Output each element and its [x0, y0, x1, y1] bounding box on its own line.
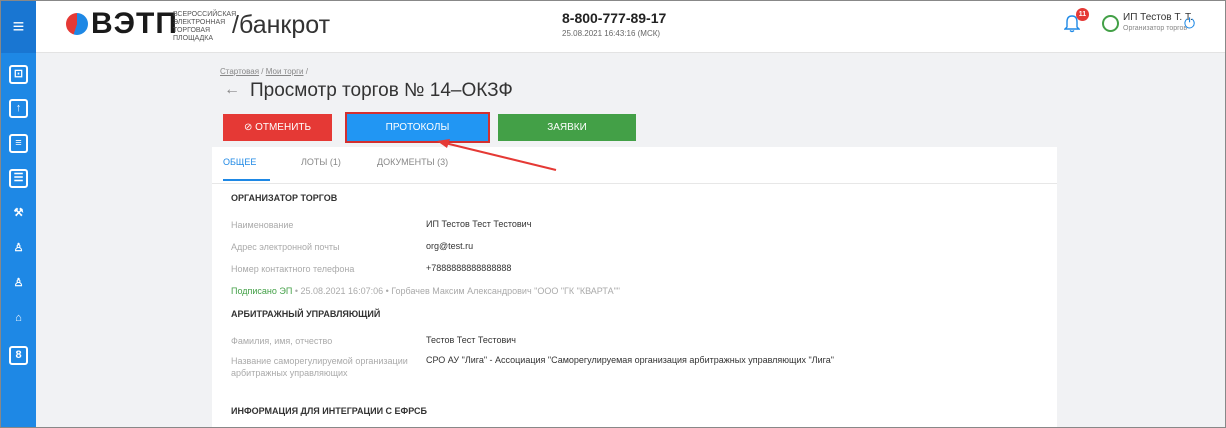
app-frame: ≡ ⊡ ↑ ≡ ☰ ⚒ ♙ ♙ ⌂ 8 ВЭТП ВСЕРОССИЙСКАЯ Э…	[0, 0, 1226, 428]
sidebar: ≡ ⊡ ↑ ≡ ☰ ⚒ ♙ ♙ ⌂ 8	[1, 1, 36, 427]
signature-text: • 25.08.2021 16:07:06 • Горбачев Максим …	[292, 286, 620, 296]
divider	[212, 183, 1057, 184]
server-time: 25.08.2021 16:43:16 (МСК)	[562, 29, 661, 38]
signature-line: Подписано ЭП • 25.08.2021 16:07:06 • Гор…	[231, 286, 620, 296]
organizer-phone: +7888888888888888	[426, 263, 512, 273]
notification-badge: 11	[1076, 8, 1089, 21]
efrsb-title: ИНФОРМАЦИЯ ДЛЯ ИНТЕГРАЦИИ С ЕФРСБ	[231, 406, 427, 416]
document-icon[interactable]: ↑	[9, 99, 28, 118]
user-role: Организатор торгов	[1123, 25, 1188, 32]
breadcrumb-home[interactable]: Стартовая	[220, 67, 259, 76]
contacts-icon[interactable]: 8	[9, 346, 28, 365]
manager-sro-label: Название саморегулируемой организации ар…	[231, 356, 408, 378]
manager-title: АРБИТРАЖНЫЙ УПРАВЛЯЮЩИЙ	[231, 309, 381, 319]
tab-documents[interactable]: ДОКУМЕНТЫ (3)	[377, 157, 448, 167]
breadcrumb-my-trades[interactable]: Мои торги	[266, 67, 304, 76]
header: ВЭТП ВСЕРОССИЙСКАЯ ЭЛЕКТРОННАЯ ТОРГОВАЯ …	[36, 1, 1225, 53]
building-icon[interactable]: ⌂	[9, 311, 28, 330]
scroll-icon[interactable]: ≡	[9, 134, 28, 153]
tab-lots[interactable]: ЛОТЫ (1)	[301, 157, 341, 167]
organizer-phone-label: Номер контактного телефона	[231, 264, 355, 274]
support-phone: 8-800-777-89-17	[562, 10, 667, 26]
list-icon[interactable]: ☰	[9, 169, 28, 188]
breadcrumb-separator: /	[305, 67, 308, 76]
logo-section: /банкрот	[232, 11, 331, 39]
page-title: Просмотр торгов № 14–ОКЗФ	[250, 80, 513, 101]
organizer-email-label: Адрес электронной почты	[231, 242, 340, 252]
user-avatar-icon[interactable]	[1102, 15, 1119, 32]
logo-subtitle: ВСЕРОССИЙСКАЯ ЭЛЕКТРОННАЯ ТОРГОВАЯ ПЛОЩА…	[173, 11, 237, 42]
manager-fio: Тестов Тест Тестович	[426, 335, 516, 345]
active-tab-indicator	[223, 179, 270, 181]
organizer-title: ОРГАНИЗАТОР ТОРГОВ	[231, 193, 338, 203]
protocols-button[interactable]: ПРОТОКОЛЫ	[345, 112, 490, 143]
user-name[interactable]: ИП Тестов Т. Т.	[1123, 12, 1193, 23]
tab-general[interactable]: ОБЩЕЕ	[223, 157, 256, 167]
trade-details-panel: ОБЩЕЕ ЛОТЫ (1) ДОКУМЕНТЫ (3) ОРГАНИЗАТОР…	[212, 147, 1057, 427]
cancel-button[interactable]: ⊘ ОТМЕНИТЬ	[223, 114, 332, 141]
organizer-email: org@test.ru	[426, 241, 474, 251]
bids-button[interactable]: ЗАЯВКИ	[498, 114, 636, 141]
person-group-icon[interactable]: ♙	[9, 276, 28, 295]
organizer-name-label: Наименование	[231, 220, 294, 230]
gavel-icon[interactable]: ⚒	[9, 206, 28, 225]
menu-icon[interactable]: ≡	[1, 1, 36, 53]
breadcrumb: Стартовая / Мои торги /	[220, 67, 308, 76]
manager-fio-label: Фамилия, имя, отчество	[231, 336, 333, 346]
logo-icon	[66, 13, 88, 35]
manager-sro: СРО АУ "Лига" - Ассоциация "Саморегулиру…	[426, 355, 834, 365]
breadcrumb-separator: /	[261, 67, 264, 76]
dashboard-icon[interactable]: ⊡	[9, 65, 28, 84]
person-icon[interactable]: ♙	[9, 241, 28, 260]
organizer-name: ИП Тестов Тест Тестович	[426, 219, 532, 229]
back-arrow-icon[interactable]: ←	[224, 81, 240, 99]
logout-icon[interactable]: ⏻	[1184, 15, 1195, 32]
signature-tag: Подписано ЭП	[231, 286, 293, 296]
logo-text[interactable]: ВЭТП	[91, 7, 178, 41]
